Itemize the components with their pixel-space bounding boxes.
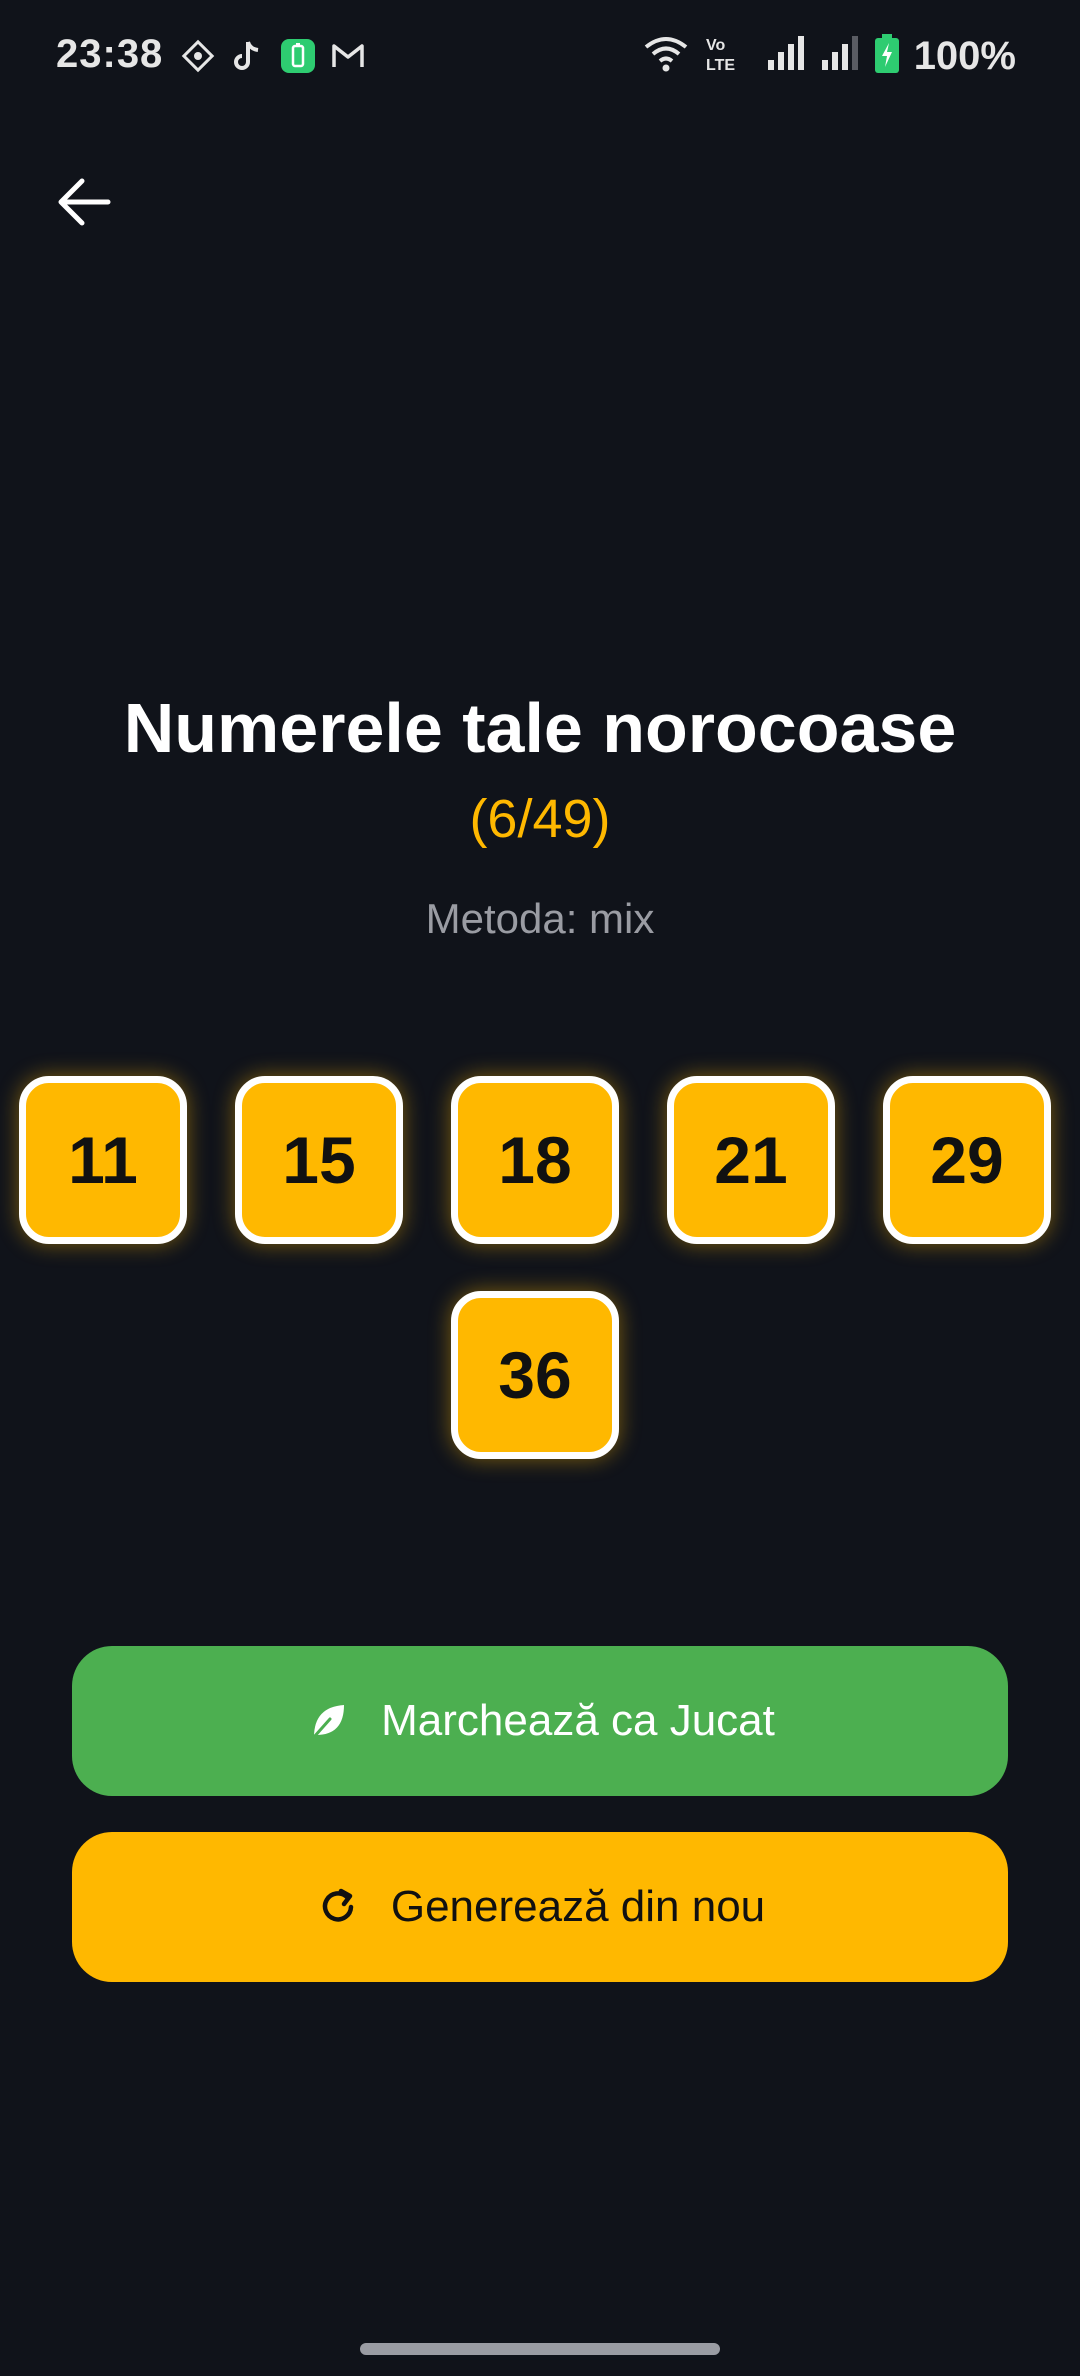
notification-icons (180, 38, 366, 74)
arrow-left-icon (56, 176, 112, 233)
status-bar: 23:38 Vo LTE 100% (0, 0, 1080, 120)
refresh-icon (315, 1884, 361, 1930)
method-label: Metoda: mix (425, 895, 655, 942)
home-indicator[interactable] (360, 2343, 720, 2355)
lucky-number: 36 (451, 1291, 619, 1459)
gmail-icon (330, 38, 366, 74)
svg-text:Vo: Vo (706, 37, 725, 54)
regenerate-label: Generează din nou (390, 1882, 766, 1931)
page-title: Numerele tale norocoase (123, 689, 957, 767)
lucky-number: 29 (883, 1076, 1051, 1244)
tiktok-icon (230, 38, 266, 74)
lucky-number: 15 (235, 1076, 403, 1244)
settings-gear-icon (180, 38, 216, 74)
battery-saver-icon (280, 38, 316, 74)
lucky-number: 11 (19, 1076, 187, 1244)
signal-icon (766, 36, 806, 77)
game-format-label: (6/49) (469, 789, 611, 849)
battery-icon (874, 34, 900, 79)
mark-played-button[interactable]: Marchează ca Jucat (72, 1646, 1008, 1796)
status-time: 23:38 (56, 32, 164, 76)
lucky-number: 18 (451, 1076, 619, 1244)
svg-text:LTE: LTE (706, 57, 735, 74)
leaf-icon (305, 1698, 351, 1744)
system-status: Vo LTE 100% (642, 34, 1016, 79)
battery-percent: 100% (913, 34, 1016, 78)
volte-icon: Vo LTE (704, 34, 752, 79)
mark-played-label: Marchează ca Jucat (381, 1696, 775, 1745)
regenerate-button[interactable]: Generează din nou (72, 1832, 1008, 1982)
wifi-icon (642, 35, 690, 78)
lucky-number: 21 (667, 1076, 835, 1244)
back-button[interactable] (52, 172, 116, 236)
signal-icon (820, 36, 860, 77)
